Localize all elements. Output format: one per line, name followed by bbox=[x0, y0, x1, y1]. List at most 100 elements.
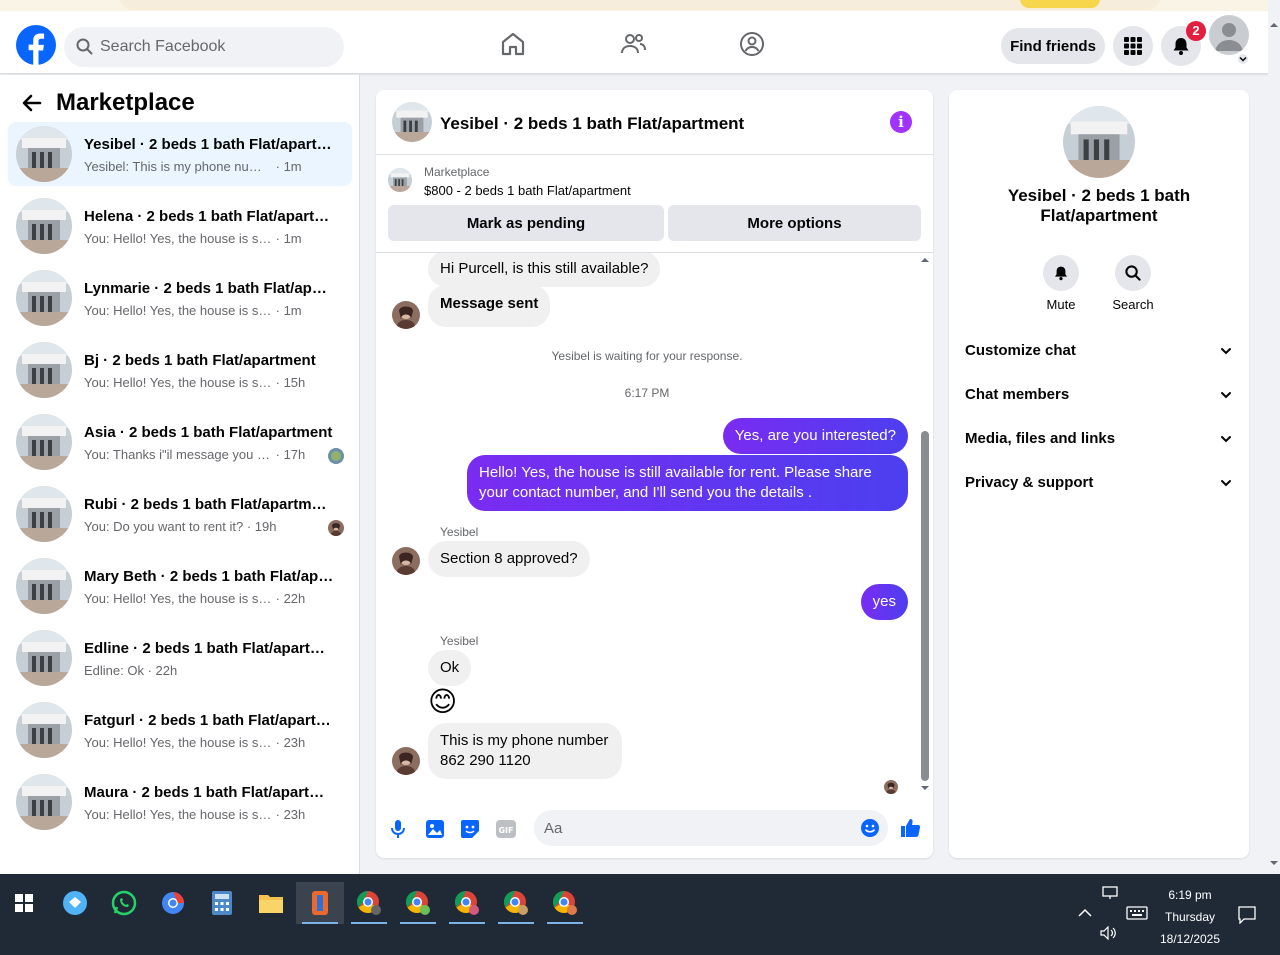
mark-as-pending-button[interactable]: Mark as pending bbox=[388, 205, 664, 241]
chevron-down-icon bbox=[1221, 392, 1231, 399]
message-bubble-incoming[interactable]: Message sent bbox=[428, 285, 551, 327]
photo-gallery-icon[interactable] bbox=[425, 819, 445, 839]
system-clock[interactable]: 6:19 pm Thursday 18/12/2025 bbox=[1150, 884, 1230, 950]
find-friends-button[interactable]: Find friends bbox=[1001, 28, 1105, 64]
back-arrow-icon[interactable] bbox=[20, 91, 44, 115]
notification-center-icon[interactable] bbox=[1238, 906, 1256, 924]
clock-time: 6:19 pm bbox=[1168, 888, 1212, 902]
calculator-icon[interactable] bbox=[198, 882, 246, 924]
read-receipt-avatar bbox=[328, 520, 344, 536]
address-bar[interactable] bbox=[120, 0, 1160, 10]
chat-scrollbar[interactable] bbox=[917, 253, 931, 795]
friends-icon[interactable] bbox=[619, 30, 647, 58]
conversation-name: Yesibel · 2 beds 1 bath Flat/apartment bbox=[84, 136, 334, 153]
conversation-item[interactable]: Helena · 2 beds 1 bath Flat/apartment You… bbox=[8, 194, 352, 258]
menu-grid-button[interactable] bbox=[1113, 26, 1153, 66]
conversation-item[interactable]: Mary Beth · 2 beds 1 bath Flat/apartment… bbox=[8, 554, 352, 618]
profile-avatar[interactable] bbox=[1209, 15, 1249, 55]
sender-avatar[interactable] bbox=[392, 747, 420, 775]
smiley-emoji-message[interactable]: 😊 bbox=[428, 685, 457, 718]
message-bubble-incoming[interactable]: Ok bbox=[428, 650, 472, 686]
chrome-profile-3-icon[interactable] bbox=[443, 882, 491, 924]
browser-update-chip[interactable] bbox=[1020, 0, 1100, 8]
search-box[interactable] bbox=[64, 27, 344, 67]
chrome-lens-icon[interactable] bbox=[149, 882, 197, 924]
page-scrollbar[interactable] bbox=[1268, 11, 1280, 874]
microphone-icon[interactable] bbox=[390, 819, 406, 839]
chat-members-section[interactable]: Chat members bbox=[965, 378, 1233, 414]
message-bubble-incoming[interactable]: This is my phone number 862 290 1120 bbox=[428, 723, 622, 779]
home-icon[interactable] bbox=[499, 30, 527, 58]
conversation-item[interactable]: Edline · 2 beds 1 bath Flat/apartment Edl… bbox=[8, 626, 352, 690]
conversation-item[interactable]: Lynmarie · 2 beds 1 bath Flat/apartment Y… bbox=[8, 266, 352, 330]
conversation-item[interactable]: Maura · 2 beds 1 bath Flat/apartment You:… bbox=[8, 770, 352, 834]
network-icon[interactable] bbox=[1102, 886, 1118, 900]
message-input[interactable] bbox=[544, 810, 844, 846]
active-app-icon[interactable] bbox=[296, 882, 344, 924]
chevron-down-icon bbox=[1221, 436, 1231, 443]
chrome-profile-4-icon[interactable] bbox=[492, 882, 540, 924]
conversation-item[interactable]: Asia · 2 beds 1 bath Flat/apartment You: … bbox=[8, 410, 352, 474]
search-icon bbox=[76, 38, 93, 55]
preview-text: You: Hello! Yes, the house is still avai… bbox=[84, 231, 272, 246]
whatsapp-icon[interactable] bbox=[100, 882, 148, 924]
conversation-preview: You: Thanks i"il message you in a few · … bbox=[84, 447, 306, 462]
privacy-support-section[interactable]: Privacy & support bbox=[965, 466, 1233, 502]
conversation-item[interactable]: Yesibel · 2 beds 1 bath Flat/apartment Ye… bbox=[8, 122, 352, 186]
info-icon[interactable]: i bbox=[890, 111, 912, 133]
like-thumbs-up-icon[interactable] bbox=[899, 817, 921, 839]
speaker-volume-icon[interactable] bbox=[1100, 926, 1118, 940]
preview-text: You: Do you want to rent it? bbox=[84, 519, 244, 534]
conversation-item[interactable]: Fatgurl · 2 beds 1 bath Flat/apartment Yo… bbox=[8, 698, 352, 762]
preview-text: You: Hello! Yes, the house is still avai… bbox=[84, 807, 272, 822]
sender-name: Yesibel bbox=[440, 525, 479, 539]
account-chevron-icon[interactable] bbox=[1236, 52, 1250, 66]
gif-icon[interactable]: GIF bbox=[496, 820, 516, 838]
chrome-profile-1-icon[interactable] bbox=[345, 882, 393, 924]
conversation-item[interactable]: Bj · 2 beds 1 bath Flat/apartment You: He… bbox=[8, 338, 352, 402]
chevron-up-icon[interactable] bbox=[1078, 908, 1092, 918]
windows-start-icon[interactable] bbox=[0, 882, 48, 924]
preview-time: 22h bbox=[283, 591, 306, 606]
conversation-name: Edline · 2 beds 1 bath Flat/apartment bbox=[84, 640, 334, 657]
conversation-name: Bj · 2 beds 1 bath Flat/apartment bbox=[84, 352, 316, 369]
facebook-logo-icon[interactable] bbox=[16, 25, 56, 65]
search-icon bbox=[1125, 265, 1141, 281]
marketplace-inbox-sidebar: Marketplace Yesibel · 2 beds 1 bath Flat… bbox=[0, 75, 360, 874]
message-input-box[interactable] bbox=[534, 810, 888, 846]
emoji-picker-icon[interactable] bbox=[860, 818, 880, 838]
search-action[interactable]: Search bbox=[1103, 255, 1163, 312]
conversation-preview: Edline: Ok · 22h bbox=[84, 663, 178, 678]
message-bubble-incoming[interactable]: Section 8 approved? bbox=[428, 541, 590, 577]
more-options-button[interactable]: More options bbox=[668, 205, 921, 241]
groups-icon[interactable] bbox=[738, 30, 766, 58]
chrome-profile-5-icon[interactable] bbox=[541, 882, 589, 924]
media-files-links-section[interactable]: Media, files and links bbox=[965, 422, 1233, 458]
listing-small-thumbnail[interactable] bbox=[388, 168, 412, 192]
info-listing-thumbnail[interactable] bbox=[1063, 106, 1135, 178]
sticker-icon[interactable] bbox=[460, 819, 480, 839]
customize-chat-section[interactable]: Customize chat bbox=[965, 334, 1233, 370]
chevron-down-icon bbox=[1221, 480, 1231, 487]
sender-avatar[interactable] bbox=[392, 547, 420, 575]
message-bubble-outgoing[interactable]: Yes, are you interested? bbox=[722, 418, 908, 454]
chrome-profile-2-icon[interactable] bbox=[394, 882, 442, 924]
conversation-item[interactable]: Rubi · 2 beds 1 bath Flat/apartment You: … bbox=[8, 482, 352, 546]
file-explorer-icon[interactable] bbox=[247, 882, 295, 924]
listing-price[interactable]: $800 - 2 beds 1 bath Flat/apartment bbox=[424, 183, 631, 198]
listing-thumbnail[interactable] bbox=[392, 102, 432, 142]
keyboard-icon[interactable] bbox=[1126, 906, 1148, 920]
chat-title[interactable]: Yesibel · 2 beds 1 bath Flat/apartment bbox=[440, 114, 744, 134]
message-bubble-outgoing[interactable]: yes bbox=[860, 584, 908, 620]
message-bubble-outgoing[interactable]: Hello! Yes, the house is still available… bbox=[467, 455, 908, 511]
default-avatar-icon bbox=[1215, 23, 1243, 51]
message-bubble-incoming[interactable]: Hi Purcell, is this still available? bbox=[428, 253, 661, 287]
sync-app-icon[interactable] bbox=[51, 882, 99, 924]
conversation-name: Asia · 2 beds 1 bath Flat/apartment bbox=[84, 424, 333, 441]
message-timestamp: 6:17 PM bbox=[624, 386, 670, 400]
search-input[interactable] bbox=[100, 27, 330, 67]
mute-action[interactable]: Mute bbox=[1031, 255, 1091, 312]
running-indicator bbox=[449, 922, 485, 924]
chat-scrollbar-thumb[interactable] bbox=[921, 431, 929, 781]
sender-avatar[interactable] bbox=[392, 301, 420, 329]
